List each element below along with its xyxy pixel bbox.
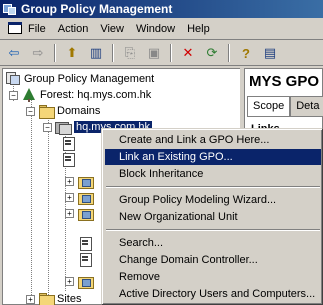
menu-help-label: Help (187, 22, 210, 35)
tab-scope[interactable]: Scope (247, 96, 291, 117)
back-arrow-icon: ⇦ (8, 45, 20, 60)
organizational-unit-icon (77, 274, 94, 289)
menu-file[interactable]: File (2, 19, 52, 39)
expand-icon[interactable]: + (65, 276, 74, 286)
tree-connector (48, 115, 49, 305)
window-system-icon[interactable] (8, 21, 24, 36)
tree-node-root[interactable]: Group Policy Management (5, 71, 154, 87)
tree-node-gpo-link[interactable] (77, 235, 96, 251)
delete-button[interactable]: ✕ (177, 43, 199, 63)
gpo-link-icon (77, 252, 93, 267)
menu-window-label: Window (135, 22, 176, 35)
properties-button[interactable]: ▤ (259, 43, 281, 63)
tree-node-ou[interactable]: + (65, 189, 96, 205)
menu-link-existing-gpo[interactable]: Link an Existing GPO... (105, 149, 321, 165)
context-menu: Create and Link a GPO Here... Link an Ex… (101, 128, 323, 305)
organizational-unit-icon (77, 174, 94, 189)
tree-node-gpo-link[interactable] (60, 151, 79, 167)
toolbar-separator (170, 44, 172, 62)
menu-separator (106, 229, 320, 231)
menu-file-label: File (28, 22, 46, 35)
collapse-icon[interactable]: − (43, 122, 52, 132)
tree-node-forest-label: Forest: hq.mys.com.hk (40, 89, 152, 101)
collapse-icon[interactable]: − (9, 90, 18, 100)
folder-icon (38, 292, 55, 305)
help-button[interactable]: ? (235, 43, 257, 63)
expand-icon[interactable]: + (65, 176, 74, 186)
expand-icon[interactable]: + (65, 208, 74, 218)
menu-create-and-link-gpo[interactable]: Create and Link a GPO Here... (105, 132, 321, 148)
tree-node-forest[interactable]: − Forest: hq.mys.com.hk (9, 87, 151, 103)
show-hide-tree-button[interactable]: ▥ (85, 43, 107, 63)
forward-arrow-icon: ⇨ (32, 45, 44, 60)
gpo-link-icon (77, 236, 93, 251)
tree-node-gpo-link[interactable] (77, 251, 96, 267)
toolbar: ⇦ ⇨ ⬆ ▥ ⎘ ▣ ✕ ⟳ ? ▤ (0, 41, 323, 66)
menu-view-label: View (100, 22, 124, 35)
forest-icon (21, 88, 37, 102)
domain-icon (55, 120, 72, 135)
menu-bar: File Action View Window Help (0, 18, 323, 40)
forward-button[interactable]: ⇨ (27, 43, 49, 63)
tree-node-ou[interactable]: + (65, 273, 96, 289)
toolbar-separator (228, 44, 230, 62)
toolbar-separator (54, 44, 56, 62)
menu-view[interactable]: View (94, 19, 130, 39)
organizational-unit-icon (77, 206, 94, 221)
menu-ad-users-computers[interactable]: Active Directory Users and Computers... (105, 286, 321, 302)
tree-node-gpo-link[interactable] (60, 135, 79, 151)
up-folder-icon: ⬆ (66, 45, 78, 60)
menu-separator (106, 186, 320, 188)
folder-icon (38, 104, 55, 119)
delete-icon: ✕ (182, 45, 194, 60)
help-icon: ? (242, 45, 250, 61)
tree-connector (31, 99, 32, 305)
tab-strip: Scope Deta (247, 96, 323, 117)
paste-icon: ▣ (147, 45, 161, 60)
organizational-unit-icon (77, 190, 94, 205)
group-policy-management-icon (5, 72, 21, 86)
toolbar-separator (112, 44, 114, 62)
tree-node-root-label: Group Policy Management (24, 73, 155, 85)
menu-search[interactable]: Search... (105, 235, 321, 251)
tab-details[interactable]: Deta (290, 96, 323, 116)
up-one-level-button[interactable]: ⬆ (61, 43, 83, 63)
menu-change-domain-controller[interactable]: Change Domain Controller... (105, 252, 321, 268)
group-policy-app-icon (3, 2, 17, 16)
tree-node-domains-label: Domains (57, 105, 101, 117)
tree-node-sites[interactable]: + Sites (26, 291, 81, 305)
menu-help[interactable]: Help (181, 19, 216, 39)
menu-action-label: Action (57, 22, 89, 35)
copy-icon: ⎘ (124, 45, 136, 60)
paste-button[interactable]: ▣ (143, 43, 165, 63)
menu-action[interactable]: Action (52, 19, 95, 39)
menu-remove[interactable]: Remove (105, 269, 321, 285)
menu-new-ou[interactable]: New Organizational Unit (105, 209, 321, 225)
refresh-button[interactable]: ⟳ (201, 43, 223, 63)
gpo-title: MYS GPO (249, 73, 320, 90)
tree-node-sites-label: Sites (57, 293, 82, 305)
show-hide-tree-icon: ▥ (89, 45, 103, 60)
gpo-link-icon (60, 152, 76, 167)
properties-icon: ▤ (263, 45, 277, 60)
copy-button[interactable]: ⎘ (119, 43, 141, 63)
menu-gp-modeling-wizard[interactable]: Group Policy Modeling Wizard... (105, 192, 321, 208)
refresh-icon: ⟳ (206, 45, 218, 60)
gpo-link-icon (60, 136, 76, 151)
expand-icon[interactable]: + (65, 192, 74, 202)
title-bar: Group Policy Management (0, 0, 323, 18)
window-title: Group Policy Management (21, 2, 173, 16)
tree-node-ou[interactable]: + (65, 173, 96, 189)
tree-node-ou[interactable]: + (65, 205, 96, 221)
back-button[interactable]: ⇦ (3, 43, 25, 63)
menu-window[interactable]: Window (130, 19, 181, 39)
menu-block-inheritance[interactable]: Block Inheritance (105, 166, 321, 182)
tree-node-domains[interactable]: − Domains (26, 103, 100, 119)
collapse-icon[interactable]: − (26, 106, 35, 116)
expand-icon[interactable]: + (26, 294, 35, 304)
